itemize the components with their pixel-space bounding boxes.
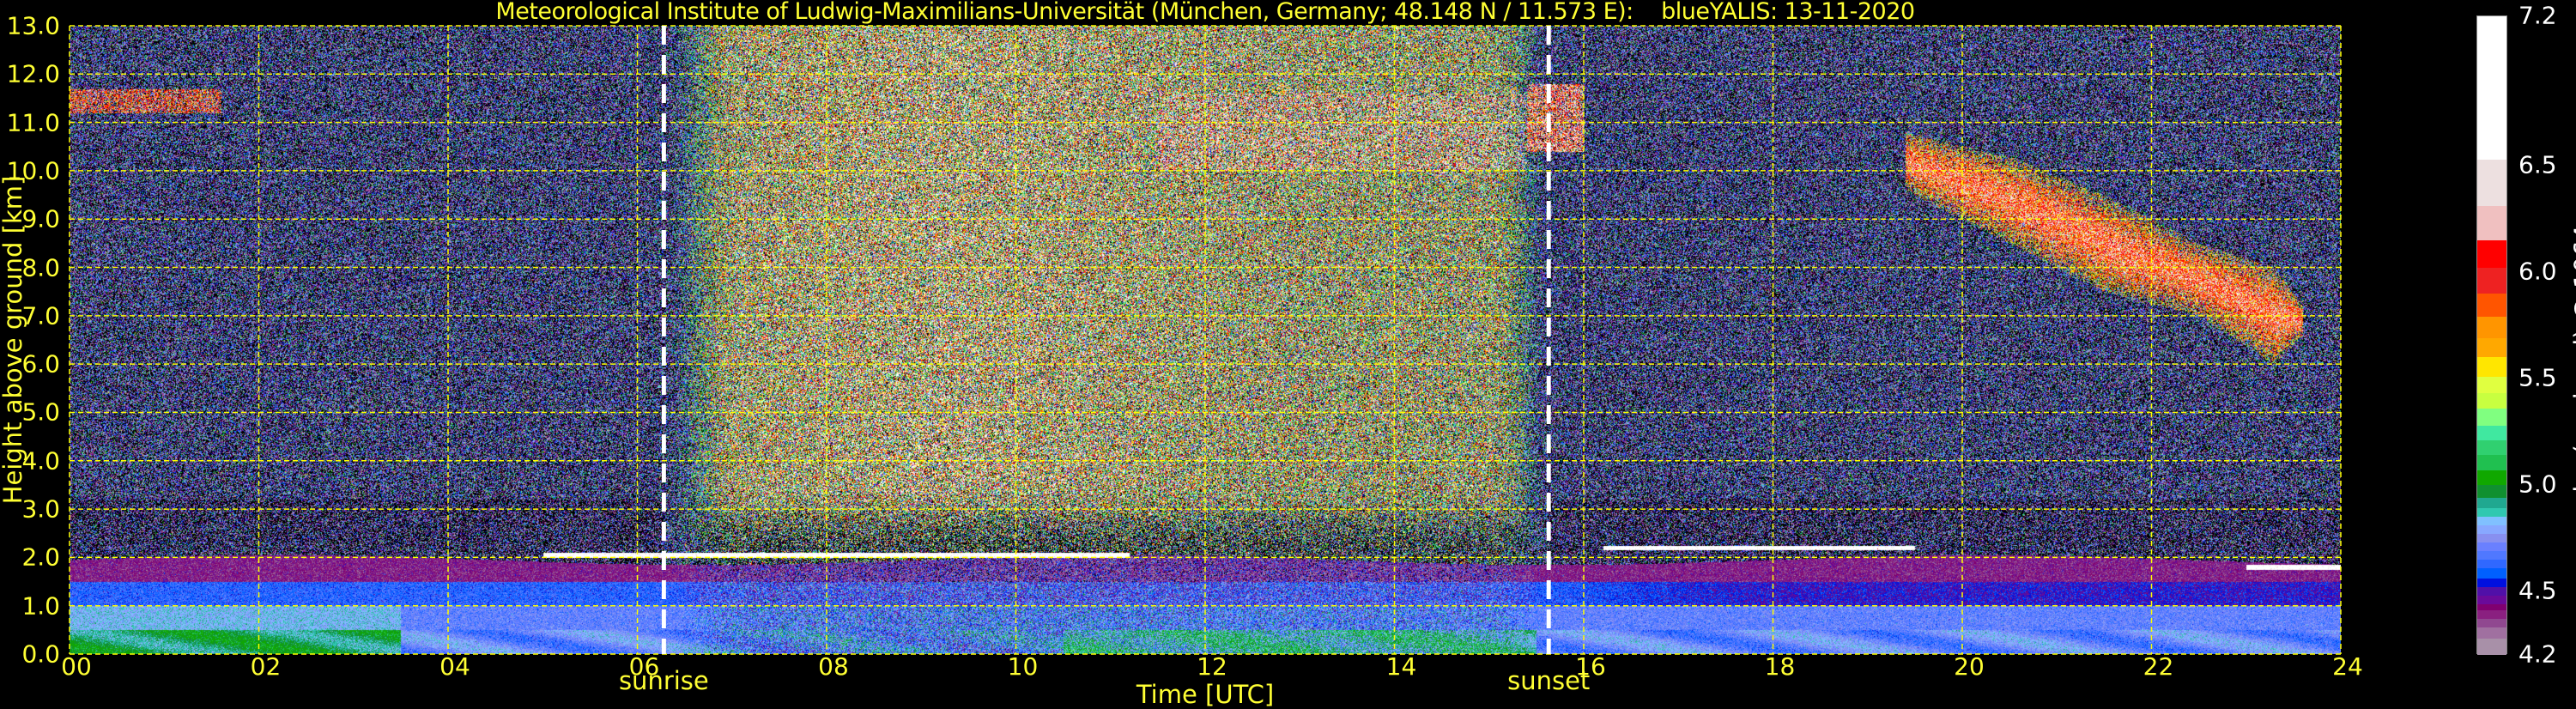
colorbar-segment [2477, 356, 2506, 377]
colorbar-segment [2477, 567, 2506, 579]
colorbar-segment [2477, 609, 2506, 620]
colorbar-tick-label: 7.2 [2518, 1, 2557, 30]
x-tick-label: 18 [1764, 652, 1796, 681]
colorbar-segment [2477, 559, 2506, 568]
colorbar-tick-label: 6.5 [2518, 150, 2557, 179]
x-tick-label: 02 [250, 652, 282, 681]
y-tick-label: 13.0 [6, 11, 60, 40]
y-tick-label: 1.0 [21, 591, 60, 621]
colorbar-segment [2477, 316, 2506, 338]
colorbar-tick-label: 4.5 [2518, 576, 2557, 605]
x-tick-label: 12 [1197, 652, 1227, 681]
colorbar-segment [2477, 337, 2506, 358]
sunrise-label: sunrise [618, 666, 709, 695]
x-tick-label: 22 [2143, 652, 2174, 681]
colorbar-segment [2477, 586, 2506, 597]
colorbar-segment [2477, 595, 2506, 604]
colorbar-segment [2477, 293, 2506, 318]
colorbar-segment [2477, 376, 2506, 394]
colorbar-segment [2477, 439, 2506, 456]
colorbar-segment [2477, 516, 2506, 526]
x-axis-label: Time [UTC] [1136, 680, 1275, 709]
colorbar-segment [2477, 578, 2506, 588]
colorbar-segment [2477, 524, 2506, 535]
colorbar-segment [2477, 484, 2506, 498]
x-tick-label: 14 [1385, 652, 1417, 681]
colorbar [2476, 15, 2507, 656]
x-tick-label: 00 [61, 652, 92, 681]
x-tick-label: 20 [1954, 652, 1985, 681]
colorbar-segment [2477, 542, 2506, 551]
colorbar-segment [2477, 454, 2506, 470]
chart-title: Meteorological Institute of Ludwig-Maxim… [495, 0, 1915, 25]
colorbar-segment [2477, 550, 2506, 560]
sunset-label: sunset [1507, 666, 1591, 695]
colorbar-segment [2477, 507, 2506, 518]
colorbar-segment [2477, 533, 2506, 543]
colorbar-segment [2477, 618, 2506, 628]
colorbar-tick-label: 5.0 [2518, 470, 2557, 499]
x-tick-label: 04 [439, 652, 470, 681]
colorbar-segment [2477, 159, 2506, 207]
y-axis-label: Height above ground [km] [0, 175, 27, 505]
y-tick-label: 2.0 [21, 542, 60, 572]
colorbar-tick-label: 6.0 [2518, 257, 2557, 286]
colorbar-segment [2477, 16, 2506, 160]
colorbar-label: log(rc-signal) @ 1064 nm [2569, 177, 2576, 493]
y-tick-label: 12.0 [6, 59, 60, 88]
colorbar-segment [2477, 603, 2506, 611]
grid-overlay [69, 25, 2342, 655]
colorbar-segment [2477, 239, 2506, 269]
x-tick-label: 24 [2332, 652, 2363, 681]
colorbar-segment [2477, 627, 2506, 639]
x-tick-label: 08 [818, 652, 849, 681]
colorbar-segment [2477, 267, 2506, 294]
plot-area [69, 25, 2342, 655]
colorbar-tick-label: 4.2 [2518, 639, 2557, 669]
colorbar-segment [2477, 408, 2506, 426]
colorbar-segment [2477, 425, 2506, 441]
colorbar-segment [2477, 392, 2506, 409]
colorbar-tick-label: 5.5 [2518, 363, 2557, 392]
colorbar-segment [2477, 470, 2506, 486]
colorbar-segment [2477, 497, 2506, 509]
colorbar-segment [2477, 205, 2506, 240]
y-tick-label: 0.0 [21, 639, 60, 669]
y-tick-label: 11.0 [6, 108, 60, 137]
colorbar-segment [2477, 638, 2506, 656]
x-tick-label: 10 [1007, 652, 1039, 681]
